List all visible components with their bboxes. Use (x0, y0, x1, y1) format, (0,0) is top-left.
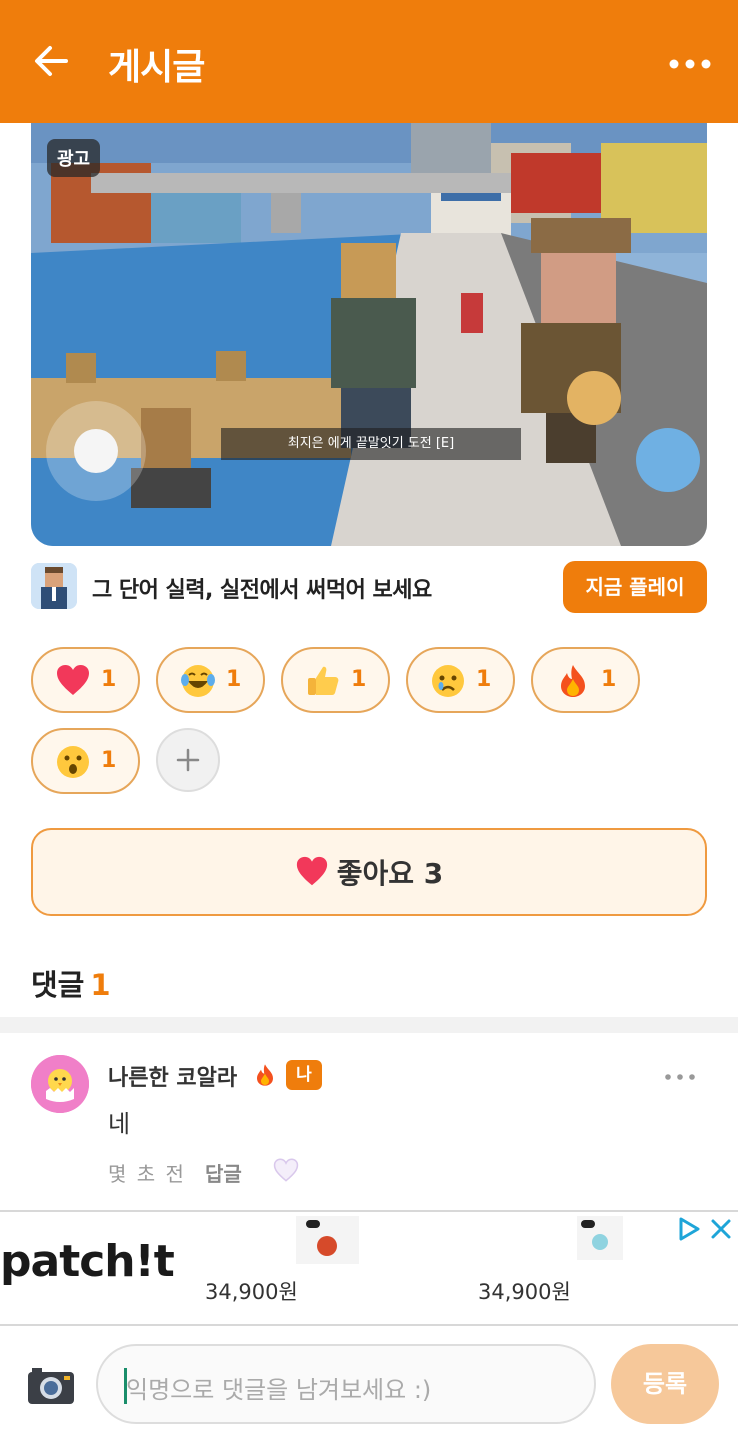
ad-headline[interactable]: 그 단어 실력, 실전에서 써먹어 보세요 (92, 572, 432, 604)
play-now-button[interactable]: 지금 플레이 (563, 561, 707, 613)
ad-game-image[interactable]: 광고 최지은 에게 끝말잇기 도전 [E] (31, 123, 707, 546)
more-options-icon[interactable] (668, 56, 712, 72)
banner-brand-logo: patch!t (0, 1236, 175, 1287)
comment-text: 네 (108, 1110, 131, 1138)
comments-count: 1 (90, 968, 111, 1002)
reaction-thumbs-up[interactable]: 1 (281, 647, 390, 713)
add-reaction-button[interactable] (156, 728, 220, 792)
submit-comment-button[interactable]: 등록 (611, 1344, 719, 1424)
reaction-count: 1 (351, 667, 367, 692)
reply-button[interactable]: 답글 (205, 1158, 242, 1187)
heart-icon (296, 856, 327, 886)
product-image[interactable] (577, 1216, 623, 1260)
like-label: 좋아요 3 (336, 857, 444, 890)
comment-more-icon[interactable] (664, 1073, 696, 1081)
reaction-surprised[interactable]: 1 (31, 728, 140, 794)
reaction-count: 1 (476, 667, 492, 692)
comment-author[interactable]: 나른한 코알라 (108, 1060, 237, 1092)
product-price: 34,900원 (478, 1280, 571, 1304)
comment-composer: 익명으로 댓글을 남겨보세요 :) 등록 (0, 1328, 738, 1440)
laughing-tears-icon (181, 665, 215, 697)
app-header: 게시글 (0, 0, 738, 123)
close-icon[interactable] (710, 1218, 732, 1240)
camera-icon[interactable] (26, 1364, 76, 1406)
surprised-face-icon (57, 746, 89, 778)
ad-advertiser-avatar[interactable] (31, 563, 77, 609)
reaction-count: 1 (226, 667, 242, 692)
chick-avatar-icon (31, 1055, 89, 1113)
reaction-count: 1 (101, 748, 117, 773)
comments-heading: 댓글 1 (31, 962, 111, 1004)
comments-title: 댓글 (31, 968, 85, 1002)
comment-input[interactable]: 익명으로 댓글을 남겨보세요 :) (96, 1344, 596, 1424)
like-button[interactable]: 좋아요 3 (31, 828, 707, 916)
plus-icon (176, 748, 200, 772)
game-scene-illustration (31, 123, 707, 546)
back-arrow-icon[interactable] (30, 40, 72, 82)
section-divider (0, 1017, 738, 1033)
crying-face-icon (432, 665, 464, 697)
comment-input-placeholder: 익명으로 댓글을 남겨보세요 :) (126, 1376, 432, 1404)
page-title: 게시글 (108, 47, 205, 88)
reaction-count: 1 (601, 667, 617, 692)
reaction-heart[interactable]: 1 (31, 647, 140, 713)
product-image[interactable] (296, 1216, 359, 1264)
reaction-count: 1 (101, 667, 117, 692)
avatar[interactable] (31, 1055, 89, 1113)
comment-timestamp: 몇 초 전 (108, 1162, 186, 1186)
fire-icon (257, 1064, 273, 1086)
ad-choices-icon[interactable] (676, 1216, 702, 1242)
thumbs-up-icon (308, 666, 339, 695)
heart-icon (57, 665, 89, 695)
my-comment-badge: 나 (286, 1060, 322, 1090)
reaction-cry[interactable]: 1 (406, 647, 515, 713)
fire-icon (561, 665, 585, 697)
ad-game-caption: 최지은 에게 끝말잇기 도전 [E] (221, 428, 521, 460)
reaction-fire[interactable]: 1 (531, 647, 640, 713)
banner-ad[interactable]: patch!t 34,900원 34,900원 (0, 1210, 738, 1326)
comment-like-heart-icon[interactable] (272, 1157, 300, 1183)
reaction-laugh[interactable]: 1 (156, 647, 265, 713)
product-price: 34,900원 (205, 1280, 298, 1304)
ad-label-badge: 광고 (47, 139, 101, 177)
